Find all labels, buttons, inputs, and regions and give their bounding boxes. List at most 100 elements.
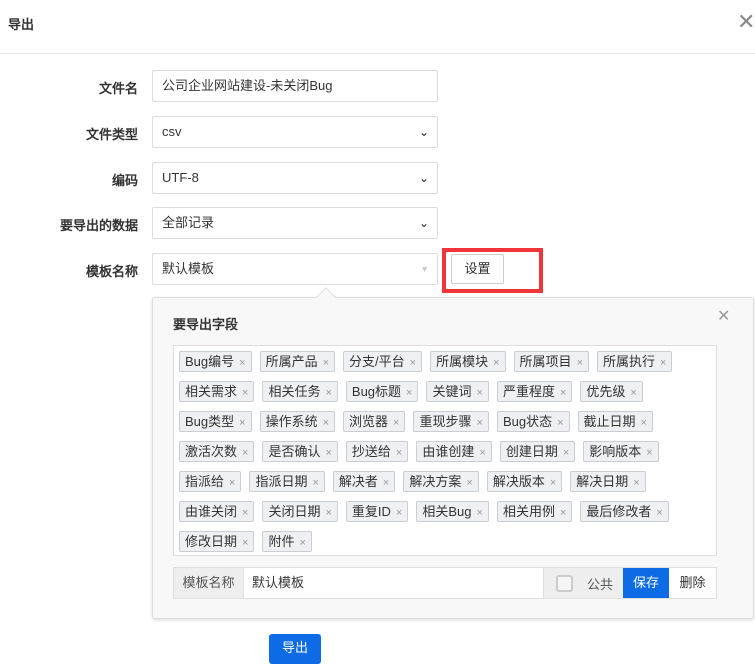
field-tag-label: 重现步骤 [419,414,472,429]
template-select[interactable]: 默认模板 ▼ [152,253,438,285]
field-tag: Bug标题 × [345,381,419,402]
remove-icon[interactable]: × [325,507,331,519]
data-value: 全部记录 [162,215,215,230]
remove-icon[interactable]: × [656,507,662,519]
field-tag-label: 相关任务 [268,384,321,399]
field-tag-label: 浏览器 [349,414,389,429]
close-icon[interactable]: ✕ [717,306,730,326]
encoding-label: 编码 [111,173,138,188]
fields-popover: 要导出字段 ✕ Bug编号 × 所属产品 × 分支/平台 × 所属模块 × 所属项目 × 所属执行 ×… [152,287,754,619]
public-toggle[interactable]: 公共 [543,568,623,598]
field-tag-label: 关闭日期 [268,504,321,519]
remove-icon[interactable]: × [466,477,472,489]
remove-icon[interactable]: × [239,357,245,369]
remove-icon[interactable]: × [477,417,483,429]
remove-icon[interactable]: × [242,507,248,519]
remove-icon[interactable]: × [410,357,416,369]
remove-icon[interactable]: × [239,417,245,429]
field-tag: 关键词 × [426,381,489,402]
filename-row: 文件名 公司企业网站建设-未关闭Bug [0,70,440,102]
template-name-input[interactable]: 默认模板 [244,568,543,598]
field-tag: 修改日期 × [179,531,255,552]
field-tag-label: 由谁关闭 [185,504,238,519]
remove-icon[interactable]: × [563,447,569,459]
remove-icon[interactable]: × [641,417,647,429]
remove-icon[interactable]: × [325,387,331,399]
template-row: 模板名称 默认模板 ▼ [0,253,440,285]
field-tag: 最后修改者 × [580,501,669,522]
close-icon[interactable]: ✕ [737,9,755,35]
chevron-down-icon: ⌄ [418,216,429,230]
field-tag: 影响版本 × [583,441,659,462]
field-tag-label: 截止日期 [583,414,636,429]
encoding-select[interactable]: UTF-8 ⌄ [152,162,438,194]
template-value: 默认模板 [162,261,215,276]
remove-icon[interactable]: × [229,477,235,489]
remove-icon[interactable]: × [242,447,248,459]
field-tag-label: 附件 [268,534,295,549]
remove-icon[interactable]: × [406,387,412,399]
template-label: 模板名称 [85,264,138,279]
remove-icon[interactable]: × [242,387,248,399]
remove-icon[interactable]: × [560,387,566,399]
chevron-down-icon: ⌄ [418,171,429,185]
data-select[interactable]: 全部记录 ⌄ [152,207,438,239]
field-tag-label: 修改日期 [185,534,238,549]
remove-icon[interactable]: × [477,387,483,399]
remove-icon[interactable]: × [646,447,652,459]
save-button[interactable]: 保存 [623,568,669,598]
field-tag: Bug类型 × [179,411,252,432]
remove-icon[interactable]: × [550,477,556,489]
field-tag: 创建日期 × [499,441,576,462]
field-tag: 抄送给 × [345,441,409,462]
remove-icon[interactable]: × [557,417,563,429]
field-tag: 附件 × [262,531,312,552]
public-checkbox[interactable] [556,574,573,592]
field-tag: 解决日期 × [570,471,646,492]
field-tag-label: 操作系统 [265,414,318,429]
remove-icon[interactable]: × [323,417,329,429]
field-tag-label: Bug标题 [351,384,402,399]
template-name-label: 模板名称 [174,568,244,598]
field-tag: 激活次数 × [179,441,255,462]
field-tag-label: 相关Bug [422,504,472,519]
remove-icon[interactable]: × [479,447,485,459]
remove-icon[interactable]: × [633,477,639,489]
export-button[interactable]: 导出 [269,634,321,664]
field-tag-label: 重复ID [351,504,391,519]
field-tag-label: 相关需求 [185,384,238,399]
remove-icon[interactable]: × [299,537,305,549]
field-tag-label: Bug状态 [502,414,553,429]
field-tag-label: 是否确认 [268,444,321,459]
filetype-select[interactable]: csv ⌄ [152,116,438,148]
dialog-title: 导出 [8,17,35,32]
remove-icon[interactable]: × [493,357,499,369]
remove-icon[interactable]: × [660,357,666,369]
field-tag: 所属项目 × [513,351,589,372]
remove-icon[interactable]: × [396,507,402,519]
field-tag: 重现步骤 × [413,411,489,432]
field-tag: Bug编号 × [179,351,252,372]
remove-icon[interactable]: × [325,447,331,459]
field-tag: 所属执行 × [597,351,673,372]
fields-tag-input[interactable]: Bug编号 × 所属产品 × 分支/平台 × 所属模块 × 所属项目 × 所属执行 × 相关需求 × 相关任… [173,345,717,556]
remove-icon[interactable]: × [477,507,483,519]
filetype-value: csv [162,124,182,139]
divider [0,53,755,54]
remove-icon[interactable]: × [383,477,389,489]
remove-icon[interactable]: × [577,357,583,369]
field-tag-label: 由谁创建 [422,444,475,459]
remove-icon[interactable]: × [560,507,566,519]
field-tag: 解决者 × [332,471,396,492]
remove-icon[interactable]: × [396,447,402,459]
remove-icon[interactable]: × [312,477,318,489]
filename-input[interactable]: 公司企业网站建设-未关闭Bug [152,70,438,102]
field-tag: 所属模块 × [430,351,506,372]
remove-icon[interactable]: × [323,357,329,369]
chevron-down-icon: ⌄ [418,125,429,139]
remove-icon[interactable]: × [242,537,248,549]
delete-button[interactable]: 删除 [669,568,716,598]
remove-icon[interactable]: × [393,417,399,429]
remove-icon[interactable]: × [630,387,636,399]
field-tag: 严重程度 × [496,381,573,402]
